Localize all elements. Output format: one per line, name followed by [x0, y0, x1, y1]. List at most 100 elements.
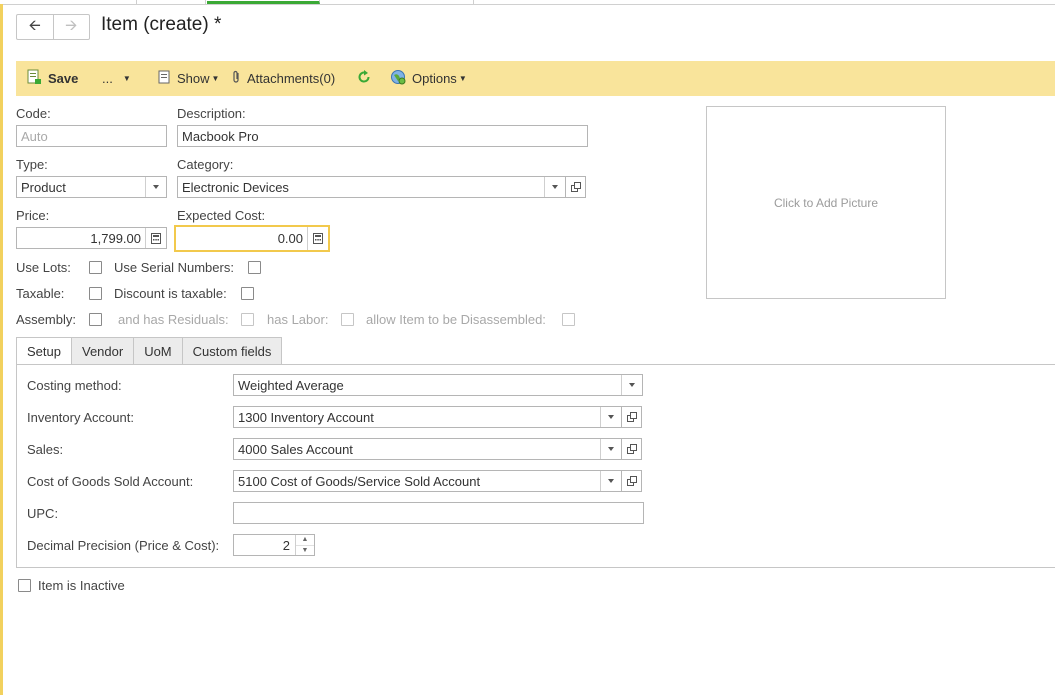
calculator-icon[interactable] — [145, 228, 166, 248]
precision-label: Decimal Precision (Price & Cost): — [27, 538, 220, 553]
window-tab[interactable] — [137, 0, 206, 4]
has-residuals-checkbox[interactable] — [241, 313, 254, 326]
more-label: ... — [102, 71, 113, 86]
assembly-label: Assembly: — [16, 312, 76, 327]
chevron-down-icon[interactable] — [621, 375, 642, 395]
open-link-icon — [626, 410, 637, 425]
has-labor-checkbox[interactable] — [341, 313, 354, 326]
options-label: Options — [412, 71, 457, 86]
show-button[interactable]: Show ▼ — [158, 61, 219, 96]
save-icon — [26, 69, 42, 88]
category-value: Electronic Devices — [182, 179, 289, 195]
stepper-up-icon[interactable]: ▲ — [296, 535, 314, 546]
tab-custom-fields[interactable]: Custom fields — [182, 337, 283, 365]
description-input[interactable]: Macbook Pro — [177, 125, 588, 147]
inactive-checkbox[interactable] — [18, 579, 31, 592]
code-label: Code: — [16, 106, 51, 121]
arrow-left-icon: 🡨 — [28, 16, 41, 34]
category-open-button[interactable] — [566, 176, 586, 198]
cogs-open-button[interactable] — [622, 470, 642, 492]
inventory-value: 1300 Inventory Account — [238, 409, 374, 425]
inventory-select[interactable]: 1300 Inventory Account — [233, 406, 622, 428]
show-label: Show — [177, 71, 210, 86]
window-tab-active[interactable] — [207, 0, 320, 4]
sales-label: Sales: — [27, 442, 64, 457]
forward-button[interactable]: 🡪 — [52, 15, 90, 39]
expected-cost-value: 0.00 — [277, 231, 303, 246]
taxable-checkbox[interactable] — [89, 287, 102, 300]
window-tabstrip — [0, 0, 1055, 5]
arrow-right-icon: 🡪 — [65, 16, 78, 34]
save-label: Save — [48, 71, 79, 86]
caret-down-icon: ▼ — [122, 74, 131, 83]
attachments-button[interactable]: Attachments(0) — [232, 61, 335, 96]
refresh-button[interactable] — [357, 61, 371, 96]
category-select[interactable]: Electronic Devices — [177, 176, 566, 198]
refresh-icon — [357, 70, 371, 87]
type-select[interactable]: Product — [16, 176, 167, 198]
inventory-open-button[interactable] — [622, 406, 642, 428]
chevron-down-icon[interactable] — [544, 177, 565, 197]
costing-value: Weighted Average — [238, 377, 344, 393]
open-link-icon — [626, 474, 637, 489]
discount-taxable-checkbox[interactable] — [241, 287, 254, 300]
allow-disassemble-label: allow Item to be Disassembled: — [366, 312, 546, 327]
chevron-down-icon[interactable] — [600, 471, 621, 491]
price-label: Price: — [16, 208, 50, 223]
costing-label: Costing method: — [27, 378, 122, 393]
allow-disassemble-checkbox[interactable] — [562, 313, 575, 326]
cogs-select[interactable]: 5100 Cost of Goods/Service Sold Account — [233, 470, 622, 492]
price-input[interactable]: 1,799.00 — [16, 227, 167, 249]
nav-buttons: 🡨 🡪 — [16, 14, 90, 40]
document-icon — [158, 70, 171, 87]
code-placeholder: Auto — [21, 128, 48, 144]
page-title: Item (create) * — [101, 14, 222, 35]
more-menu-button[interactable]: ... ▼ — [102, 61, 131, 96]
back-button[interactable]: 🡨 — [17, 15, 53, 39]
options-button[interactable]: Options ▼ — [390, 61, 467, 96]
command-bar: Save ... ▼ Show ▼ Attachments(0) Options… — [16, 61, 1055, 96]
chevron-down-icon[interactable] — [145, 177, 166, 197]
sales-select[interactable]: 4000 Sales Account — [233, 438, 622, 460]
use-lots-checkbox[interactable] — [89, 261, 102, 274]
category-label: Category: — [177, 157, 234, 172]
open-link-icon — [626, 442, 637, 457]
tab-setup[interactable]: Setup — [16, 337, 72, 365]
price-value: 1,799.00 — [90, 230, 141, 246]
costing-select[interactable]: Weighted Average — [233, 374, 643, 396]
save-button[interactable]: Save — [26, 61, 78, 96]
attachments-label: Attachments(0) — [247, 71, 336, 86]
sales-open-button[interactable] — [622, 438, 642, 460]
assembly-checkbox[interactable] — [89, 313, 102, 326]
has-residuals-label: and has Residuals: — [118, 312, 229, 327]
calculator-icon[interactable] — [307, 227, 328, 250]
use-lots-label: Use Lots: — [16, 260, 71, 275]
inactive-label: Item is Inactive — [38, 578, 125, 593]
code-input[interactable]: Auto — [16, 125, 167, 147]
window-tab[interactable] — [0, 0, 137, 4]
use-serial-label: Use Serial Numbers: — [114, 260, 234, 275]
chevron-down-icon[interactable] — [600, 407, 621, 427]
globe-gear-icon — [390, 69, 406, 88]
left-accent-bar — [0, 4, 3, 695]
precision-stepper[interactable]: 2 ▲ ▼ — [233, 534, 315, 556]
description-value: Macbook Pro — [182, 128, 259, 144]
upc-input[interactable] — [233, 502, 644, 524]
taxable-label: Taxable: — [16, 286, 65, 301]
stepper-down-icon[interactable]: ▼ — [296, 546, 314, 556]
picture-dropzone[interactable]: Click to Add Picture — [706, 106, 946, 299]
use-serial-checkbox[interactable] — [248, 261, 261, 274]
type-value: Product — [21, 179, 66, 195]
cogs-label: Cost of Goods Sold Account: — [27, 474, 194, 489]
inventory-label: Inventory Account: — [27, 410, 134, 425]
tab-vendor[interactable]: Vendor — [71, 337, 135, 365]
caret-down-icon: ▼ — [458, 74, 467, 83]
discount-taxable-label: Discount is taxable: — [114, 286, 227, 301]
caret-down-icon: ▼ — [211, 74, 220, 83]
tab-uom[interactable]: UoM — [134, 337, 183, 365]
expected-cost-input[interactable]: 0.00 — [174, 225, 330, 252]
window-tab[interactable] — [321, 0, 474, 4]
stepper-buttons: ▲ ▼ — [295, 535, 314, 555]
upc-label: UPC: — [27, 506, 59, 521]
chevron-down-icon[interactable] — [600, 439, 621, 459]
